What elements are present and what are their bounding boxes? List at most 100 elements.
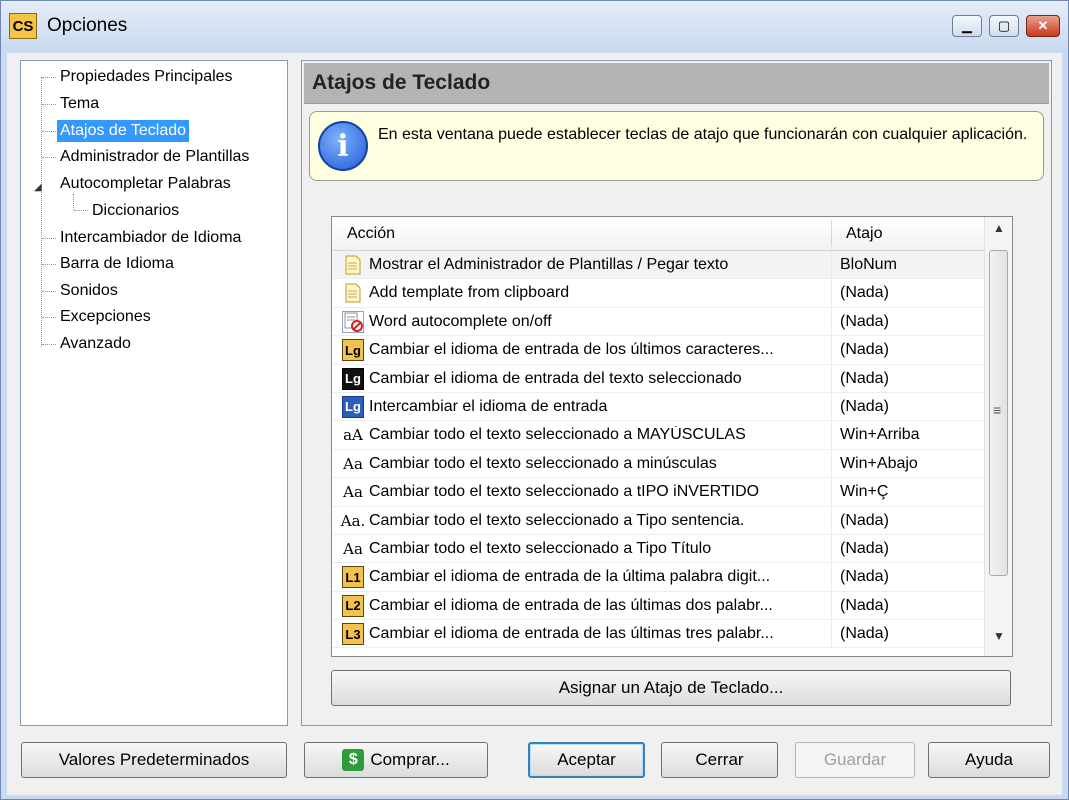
shortcuts-list[interactable]: Acción Atajo Mostrar el Administrador de… (331, 216, 1013, 657)
tree-item-administrador-de-plantillas[interactable]: Administrador de Plantillas (57, 146, 252, 168)
options-window: CS Opciones ▁ ▢ ✕ ◢ Propiedades Principa… (0, 0, 1069, 800)
tree-connector-line (42, 344, 56, 345)
table-row[interactable]: Lg Intercambiar el idioma de entrada (Nada… (332, 392, 984, 422)
row-divider (831, 336, 832, 365)
close-button[interactable]: Cerrar (661, 742, 778, 778)
l1-icon: L1 (342, 566, 364, 589)
scroll-up-arrow-icon[interactable]: ▲ (985, 221, 1012, 245)
scrollbar-thumb[interactable]: ≡ (989, 250, 1008, 576)
accept-button[interactable]: Aceptar (528, 742, 645, 778)
table-row[interactable]: Word autocomplete on/off (Nada) (332, 307, 984, 337)
tree-connector-line (42, 264, 56, 265)
row-shortcut-label: (Nada) (840, 397, 889, 415)
tree-item-excepciones[interactable]: Excepciones (57, 306, 154, 328)
tree-item-diccionarios[interactable]: Diccionarios (89, 200, 182, 222)
clipboard-template-icon (342, 282, 364, 304)
case-sentence-icon: Aa. (340, 511, 366, 530)
tree-item-autocompletar-palabras[interactable]: Autocompletar Palabras (57, 173, 234, 195)
table-row[interactable]: Aa Cambiar todo el texto seleccionado a T… (332, 534, 984, 564)
options-tree[interactable]: ◢ Propiedades Principales Tema Atajos de… (20, 60, 288, 726)
table-row[interactable]: Lg Cambiar el idioma de entrada de los úl… (332, 336, 984, 365)
save-button[interactable]: Guardar (795, 742, 915, 778)
case-upper-icon: aA (343, 426, 363, 445)
lg-black-icon: Lg (342, 367, 364, 390)
row-divider (831, 364, 832, 393)
table-row[interactable]: Aa. Cambiar todo el texto seleccionado a … (332, 506, 984, 535)
info-text: En esta ventana puede establecer teclas … (378, 126, 1028, 143)
row-action-label: Cambiar todo el texto seleccionado a tIP… (369, 483, 760, 501)
row-divider (831, 251, 832, 279)
tree-item-propiedades-principales[interactable]: Propiedades Principales (57, 66, 236, 88)
row-shortcut-label: (Nada) (840, 312, 889, 330)
dollar-icon: $ (342, 749, 365, 771)
list-header: Acción Atajo (332, 217, 984, 251)
column-header-accion[interactable]: Acción (347, 225, 395, 243)
row-action-label: Add template from clipboard (369, 284, 570, 302)
lg-blue-icon: Lg (342, 395, 364, 418)
collapse-triangle-icon[interactable]: ◢ (34, 182, 42, 193)
dialog-client-area: ◢ Propiedades Principales Tema Atajos de… (7, 53, 1062, 795)
assign-shortcut-button[interactable]: Asignar un Atajo de Teclado... (331, 670, 1011, 706)
minimize-button[interactable]: ▁ (952, 15, 982, 37)
tree-item-intercambiador-de-idioma[interactable]: Intercambiador de Idioma (57, 227, 244, 249)
tree-item-barra-de-idioma[interactable]: Barra de Idioma (57, 253, 177, 275)
tree-item-tema[interactable]: Tema (57, 93, 102, 115)
row-shortcut-label: Win+Ç (840, 483, 889, 501)
case-invert-icon: Aa (343, 483, 363, 502)
tree-connector-line (42, 77, 56, 78)
row-action-label: Cambiar el idioma de entrada de la últim… (369, 568, 771, 586)
maximize-button[interactable]: ▢ (989, 15, 1019, 37)
row-action-label: Cambiar todo el texto seleccionado a Tip… (369, 539, 712, 557)
row-divider (831, 591, 832, 620)
tree-connector-line (73, 194, 74, 210)
column-divider[interactable] (831, 220, 832, 247)
tree-item-avanzado[interactable]: Avanzado (57, 333, 134, 355)
row-action-label: Cambiar el idioma de entrada de las últi… (369, 596, 773, 614)
row-shortcut-label: (Nada) (840, 284, 889, 302)
table-row[interactable]: Lg Cambiar el idioma de entrada del texto… (332, 364, 984, 393)
info-icon: i (318, 121, 368, 171)
scroll-down-arrow-icon[interactable]: ▼ (985, 629, 1012, 653)
l3-icon: L3 (342, 623, 364, 646)
row-shortcut-label: (Nada) (840, 539, 889, 557)
table-row[interactable]: L3 Cambiar el idioma de entrada de las úl… (332, 620, 984, 649)
table-row[interactable]: Mostrar el Administrador de Plantillas /… (332, 251, 984, 280)
row-shortcut-label: (Nada) (840, 568, 889, 586)
help-button[interactable]: Ayuda (928, 742, 1050, 778)
row-shortcut-label: Win+Arriba (840, 426, 920, 444)
row-shortcut-label: (Nada) (840, 511, 889, 529)
row-action-label: Cambiar todo el texto seleccionado a MAY… (369, 426, 746, 444)
defaults-button[interactable]: Valores Predeterminados (21, 742, 287, 778)
tree-connector-line (42, 104, 56, 105)
table-row[interactable]: Aa Cambiar todo el texto seleccionado a t… (332, 478, 984, 507)
title-bar[interactable]: CS Opciones ▁ ▢ ✕ (1, 1, 1068, 53)
tree-item-sonidos[interactable]: Sonidos (57, 280, 121, 302)
table-row[interactable]: L2 Cambiar el idioma de entrada de las úl… (332, 591, 984, 621)
close-window-button[interactable]: ✕ (1026, 15, 1060, 37)
row-shortcut-label: BloNum (840, 256, 897, 273)
column-header-atajo[interactable]: Atajo (846, 225, 882, 243)
row-divider (831, 449, 832, 478)
tree-connector-line (42, 157, 56, 158)
buy-button[interactable]: $ Comprar... (304, 742, 488, 778)
row-action-label: Intercambiar el idioma de entrada (369, 397, 608, 415)
maximize-icon: ▢ (997, 18, 1011, 33)
row-action-label: Mostrar el Administrador de Plantillas /… (369, 256, 729, 273)
row-shortcut-label: (Nada) (840, 625, 889, 643)
row-shortcut-label: (Nada) (840, 369, 889, 387)
row-shortcut-label: (Nada) (840, 596, 889, 614)
panel-title: Atajos de Teclado (312, 71, 491, 94)
tree-connector-line (41, 77, 42, 347)
minimize-icon: ▁ (962, 18, 972, 33)
row-shortcut-label: (Nada) (840, 341, 889, 359)
table-row[interactable]: aA Cambiar todo el texto seleccionado a M… (332, 421, 984, 450)
tree-connector-line (42, 238, 56, 239)
table-row[interactable]: L1 Cambiar el idioma de entrada de la últ… (332, 563, 984, 592)
table-row[interactable]: Add template from clipboard (Nada) (332, 279, 984, 308)
row-divider (831, 307, 832, 336)
row-shortcut-label: Win+Abajo (840, 454, 918, 472)
table-row[interactable]: Aa Cambiar todo el texto seleccionado a m… (332, 449, 984, 479)
list-scrollbar[interactable]: ▲ ≡ ▼ (984, 217, 1012, 656)
tree-item-atajos-de-teclado[interactable]: Atajos de Teclado (57, 120, 190, 142)
info-banner: i En esta ventana puede establecer tecla… (309, 111, 1044, 181)
